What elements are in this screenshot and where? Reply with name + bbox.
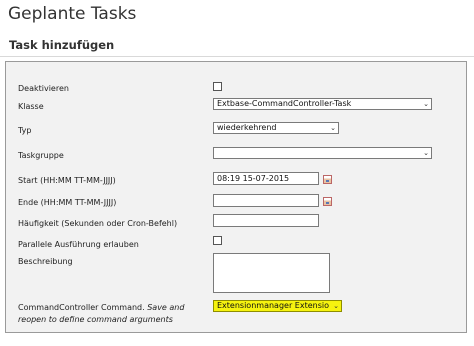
section-header: Task hinzufügen	[0, 34, 474, 57]
command-select-value: Extensionmanager Extensio	[217, 301, 329, 310]
beschreibung-textarea[interactable]	[213, 253, 330, 293]
klasse-select-value: Extbase-CommandController-Task	[217, 99, 352, 108]
section-title: Task hinzufügen	[9, 38, 115, 52]
taskgruppe-label: Taskgruppe	[18, 151, 64, 160]
klasse-select[interactable]: Extbase-CommandController-Task ⌄	[213, 98, 432, 110]
task-form-panel: Deaktivieren Klasse Extbase-CommandContr…	[5, 61, 467, 333]
klasse-label: Klasse	[18, 102, 44, 111]
start-input[interactable]: 08:19 15-07-2015	[213, 172, 319, 185]
typ-select[interactable]: wiederkehrend ⌄	[213, 122, 339, 134]
deaktivieren-label: Deaktivieren	[18, 84, 69, 93]
ende-input[interactable]	[213, 194, 319, 207]
chevron-down-icon: ⌄	[333, 302, 339, 310]
haeufigkeit-label: Häufigkeit (Sekunden oder Cron-Befehl)	[18, 219, 178, 228]
command-label-block: CommandController Command. Save and reop…	[18, 302, 208, 326]
typ-label: Typ	[18, 126, 32, 135]
start-label: Start (HH:MM TT-MM-JJJJ)	[18, 176, 116, 185]
command-label: CommandController Command.	[18, 303, 145, 312]
parallel-label: Parallele Ausführung erlauben	[18, 240, 139, 249]
calendar-icon[interactable]	[323, 197, 332, 206]
parallel-checkbox[interactable]	[213, 236, 222, 245]
chevron-down-icon: ⌄	[423, 100, 429, 108]
beschreibung-label: Beschreibung	[18, 257, 73, 266]
ende-label: Ende (HH:MM TT-MM-JJJJ)	[18, 198, 117, 207]
chevron-down-icon: ⌄	[423, 149, 429, 157]
calendar-icon[interactable]	[323, 175, 332, 184]
typ-select-value: wiederkehrend	[217, 123, 277, 132]
command-select[interactable]: Extensionmanager Extensio ⌄	[213, 300, 342, 312]
haeufigkeit-input[interactable]	[213, 214, 319, 227]
page-title: Geplante Tasks	[8, 4, 137, 24]
taskgruppe-select[interactable]: ⌄	[213, 147, 432, 159]
deaktivieren-checkbox[interactable]	[213, 82, 222, 91]
chevron-down-icon: ⌄	[330, 124, 336, 132]
